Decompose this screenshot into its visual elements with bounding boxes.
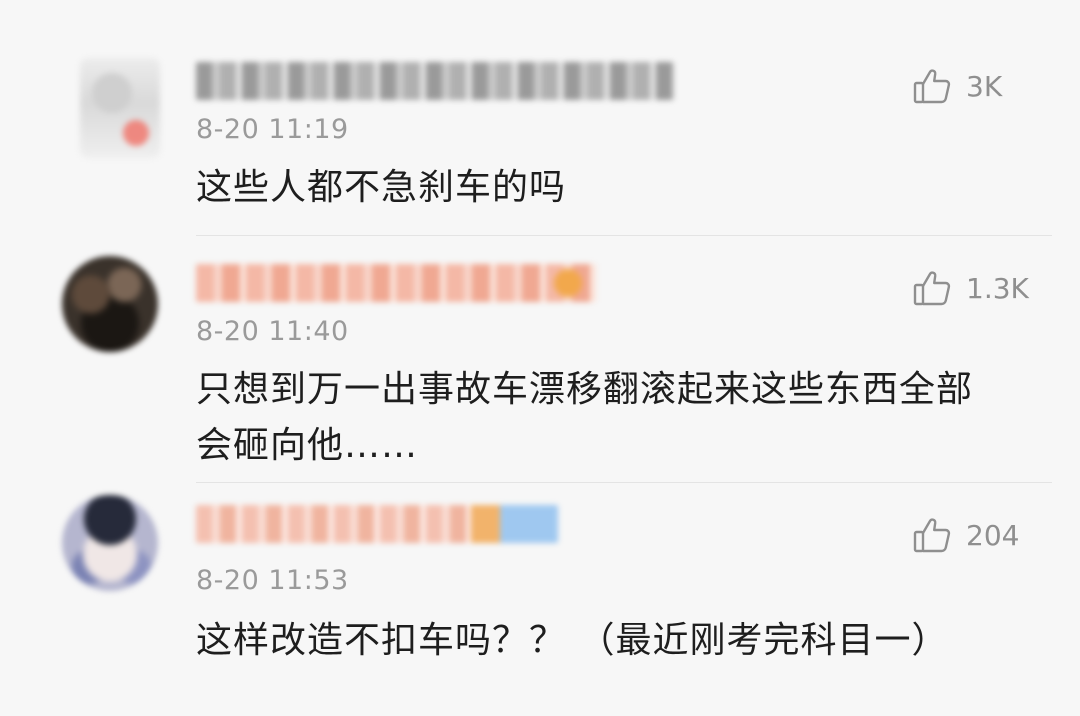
comment-timestamp: 8-20 11:19: [196, 114, 349, 145]
like-count: 3K: [966, 69, 1003, 103]
username-blurred[interactable]: [196, 264, 596, 302]
avatar[interactable]: [62, 256, 158, 352]
comment-item: 8-20 11:40 只想到万一出事故车漂移翻滚起来这些东西全部会砸向他…… 1…: [0, 236, 1080, 482]
like-count: 1.3K: [966, 271, 1029, 305]
like-button[interactable]: 3K: [912, 66, 1002, 106]
thumbs-up-icon: [913, 69, 951, 104]
like-button[interactable]: 204: [912, 515, 1019, 555]
comment-text: 这样改造不扣车吗？？ （最近刚考完科目一）: [196, 620, 949, 661]
comment-timestamp: 8-20 11:53: [196, 565, 349, 596]
avatar[interactable]: [62, 495, 158, 591]
comment-item: 8-20 11:19 这些人都不急刹车的吗 3K: [0, 0, 1080, 235]
comment-text: 只想到万一出事故车漂移翻滚起来这些东西全部会砸向他……: [196, 369, 974, 466]
thumbs-up-icon: [913, 518, 951, 553]
avatar[interactable]: [80, 58, 160, 158]
like-button[interactable]: 1.3K: [912, 268, 1029, 308]
like-count: 204: [966, 518, 1020, 552]
comment-item: 8-20 11:53 这样改造不扣车吗？？ （最近刚考完科目一） 204: [0, 483, 1080, 716]
thumbs-up-icon: [913, 271, 951, 306]
username-blurred[interactable]: [196, 62, 674, 100]
comment-timestamp: 8-20 11:40: [196, 316, 349, 347]
comment-text: 这些人都不急刹车的吗: [196, 167, 567, 208]
username-blurred[interactable]: [196, 505, 558, 543]
